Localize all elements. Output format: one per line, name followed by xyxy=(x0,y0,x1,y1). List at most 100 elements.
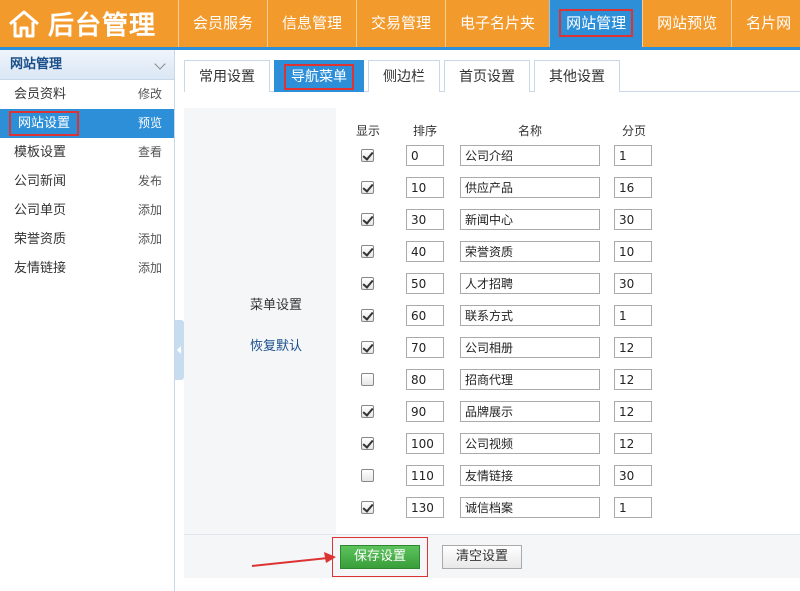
table-row xyxy=(336,305,800,327)
name-input[interactable] xyxy=(460,209,600,230)
top-nav-item[interactable]: 网站管理 xyxy=(549,0,643,47)
order-input[interactable] xyxy=(406,465,444,486)
tab-label: 其他设置 xyxy=(549,69,605,85)
name-input[interactable] xyxy=(460,369,600,390)
show-checkbox[interactable] xyxy=(361,277,374,290)
table-row xyxy=(336,401,800,423)
show-checkbox[interactable] xyxy=(361,245,374,258)
show-checkbox[interactable] xyxy=(361,309,374,322)
show-checkbox[interactable] xyxy=(361,149,374,162)
sidebar-item[interactable]: 会员资料 修改 xyxy=(0,80,174,109)
tab-label: 常用设置 xyxy=(199,69,255,85)
tab-label: 首页设置 xyxy=(459,69,515,85)
top-nav-item-label: 电子名片夹 xyxy=(460,14,536,32)
sidebar-heading[interactable]: 网站管理 xyxy=(0,50,174,80)
page-input[interactable] xyxy=(614,433,652,454)
section-label-column: 菜单设置 恢复默认 xyxy=(184,108,336,534)
table-row xyxy=(336,241,800,263)
top-nav-item[interactable]: 交易管理 xyxy=(356,0,445,47)
sidebar-collapse-handle[interactable] xyxy=(175,320,184,380)
order-input[interactable] xyxy=(406,401,444,422)
tab[interactable]: 导航菜单 xyxy=(274,60,364,92)
show-checkbox[interactable] xyxy=(361,341,374,354)
top-nav-item[interactable]: 名片网 xyxy=(731,0,800,47)
sidebar-item[interactable]: 公司单页 添加 xyxy=(0,196,174,225)
page-input[interactable] xyxy=(614,177,652,198)
show-checkbox[interactable] xyxy=(361,437,374,450)
top-nav: 会员服务 信息管理 交易管理 电子名片夹 网站管理 网站预览 名片网 xyxy=(178,0,800,47)
order-input[interactable] xyxy=(406,209,444,230)
page-input[interactable] xyxy=(614,369,652,390)
order-input[interactable] xyxy=(406,273,444,294)
sidebar-item[interactable]: 荣誉资质 添加 xyxy=(0,225,174,254)
content-panel: 菜单设置 恢复默认 显示 排序 名称 分页 保存设置 清空设置 xyxy=(184,108,800,578)
sidebar-item[interactable]: 模板设置 查看 xyxy=(0,138,174,167)
tab-label: 导航菜单 xyxy=(284,64,354,90)
name-input[interactable] xyxy=(460,145,600,166)
page-input[interactable] xyxy=(614,273,652,294)
header-name: 名称 xyxy=(518,124,543,138)
order-input[interactable] xyxy=(406,177,444,198)
top-nav-item[interactable]: 信息管理 xyxy=(267,0,356,47)
order-input[interactable] xyxy=(406,145,444,166)
page-input[interactable] xyxy=(614,209,652,230)
tab-label: 侧边栏 xyxy=(383,69,425,85)
section-label: 菜单设置 xyxy=(250,298,303,313)
show-checkbox[interactable] xyxy=(361,501,374,514)
sidebar-item-label: 模板设置 xyxy=(14,145,67,160)
show-checkbox[interactable] xyxy=(361,181,374,194)
sidebar-item-action[interactable]: 添加 xyxy=(138,254,162,283)
top-nav-item[interactable]: 会员服务 xyxy=(178,0,267,47)
show-checkbox[interactable] xyxy=(361,469,374,482)
reset-default-link[interactable]: 恢复默认 xyxy=(250,335,302,354)
name-input[interactable] xyxy=(460,401,600,422)
save-button[interactable]: 保存设置 xyxy=(340,545,420,569)
order-input[interactable] xyxy=(406,433,444,454)
name-input[interactable] xyxy=(460,337,600,358)
sidebar-item-action[interactable]: 添加 xyxy=(138,225,162,254)
sidebar-item-action[interactable]: 发布 xyxy=(138,167,162,196)
menu-table: 显示 排序 名称 分页 xyxy=(336,108,800,534)
sidebar-item-action[interactable]: 修改 xyxy=(138,80,162,109)
brand-title: 后台管理 xyxy=(48,11,157,41)
order-input[interactable] xyxy=(406,337,444,358)
page-input[interactable] xyxy=(614,241,652,262)
order-input[interactable] xyxy=(406,305,444,326)
name-input[interactable] xyxy=(460,241,600,262)
top-nav-item[interactable]: 电子名片夹 xyxy=(445,0,549,47)
page-input[interactable] xyxy=(614,497,652,518)
show-checkbox[interactable] xyxy=(361,373,374,386)
order-input[interactable] xyxy=(406,241,444,262)
tab[interactable]: 其他设置 xyxy=(534,60,620,92)
name-input[interactable] xyxy=(460,273,600,294)
name-input[interactable] xyxy=(460,465,600,486)
tab[interactable]: 首页设置 xyxy=(444,60,530,92)
clear-button[interactable]: 清空设置 xyxy=(442,545,522,569)
name-input[interactable] xyxy=(460,433,600,454)
page-input[interactable] xyxy=(614,305,652,326)
sidebar-item-action[interactable]: 添加 xyxy=(138,196,162,225)
brand[interactable]: 后台管理 xyxy=(0,0,174,47)
sidebar-item[interactable]: 友情链接 添加 xyxy=(0,254,174,283)
page-input[interactable] xyxy=(614,145,652,166)
sidebar-item-action[interactable]: 预览 xyxy=(138,109,162,138)
sidebar-item-label: 公司单页 xyxy=(14,203,67,218)
name-input[interactable] xyxy=(460,177,600,198)
sidebar-item[interactable]: 网站设置 预览 xyxy=(0,109,174,138)
show-checkbox[interactable] xyxy=(361,405,374,418)
sidebar-item[interactable]: 公司新闻 发布 xyxy=(0,167,174,196)
header-show: 显示 xyxy=(356,124,381,138)
top-nav-item[interactable]: 网站预览 xyxy=(642,0,731,47)
show-checkbox[interactable] xyxy=(361,213,374,226)
page-input[interactable] xyxy=(614,465,652,486)
sidebar-item-action[interactable]: 查看 xyxy=(138,138,162,167)
name-input[interactable] xyxy=(460,305,600,326)
page-input[interactable] xyxy=(614,337,652,358)
order-input[interactable] xyxy=(406,497,444,518)
sidebar-item-label: 会员资料 xyxy=(14,87,67,102)
tab[interactable]: 常用设置 xyxy=(184,60,270,92)
name-input[interactable] xyxy=(460,497,600,518)
tab[interactable]: 侧边栏 xyxy=(368,60,440,92)
page-input[interactable] xyxy=(614,401,652,422)
order-input[interactable] xyxy=(406,369,444,390)
